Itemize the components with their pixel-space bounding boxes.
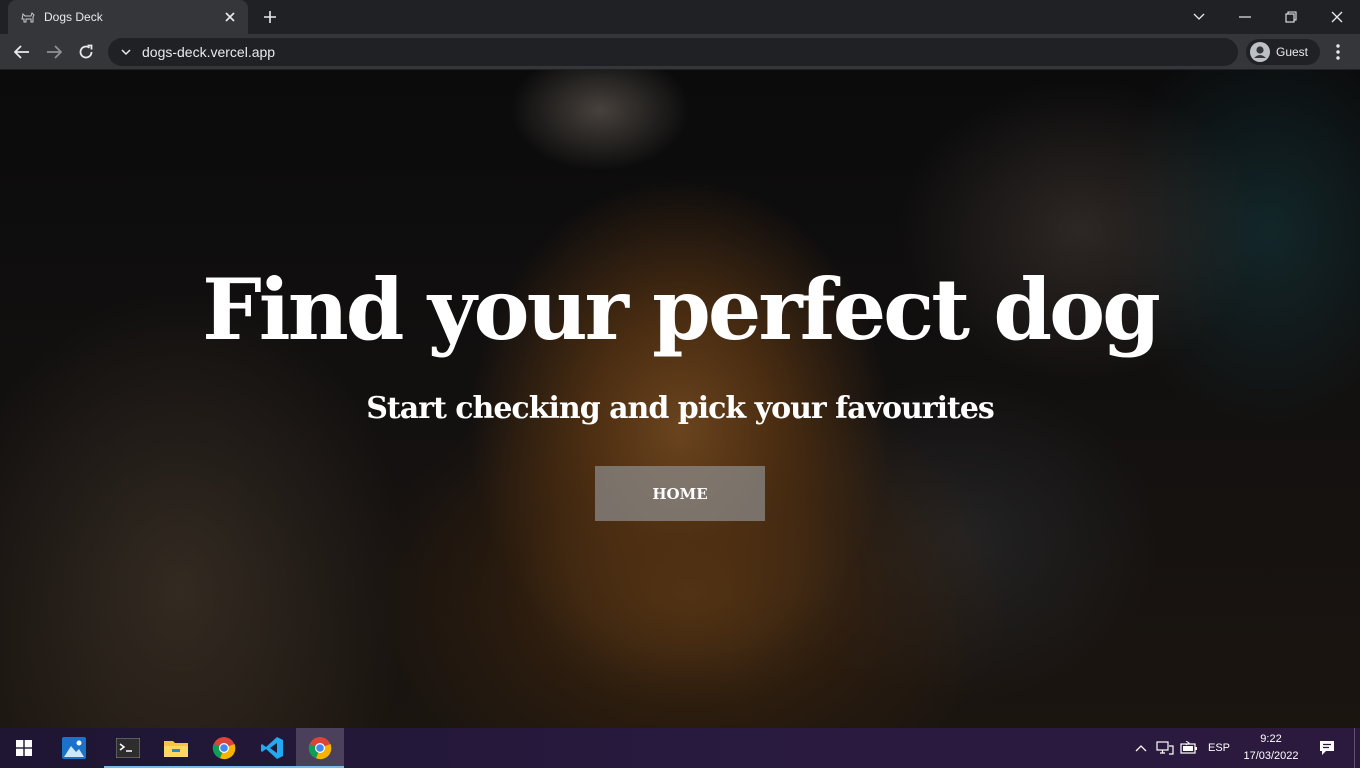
chrome-active-icon[interactable]	[296, 728, 344, 768]
profile-label: Guest	[1276, 45, 1309, 59]
dog-favicon-icon	[20, 9, 36, 25]
tab-search-chevron-icon[interactable]	[1176, 0, 1222, 34]
guest-avatar-icon	[1250, 42, 1270, 62]
restore-window-icon[interactable]	[1268, 0, 1314, 34]
vscode-icon[interactable]	[248, 728, 296, 768]
tray-chevron-up-icon[interactable]	[1134, 738, 1148, 758]
network-icon[interactable]	[1156, 738, 1174, 758]
notifications-icon[interactable]	[1318, 738, 1336, 758]
photos-icon[interactable]	[50, 728, 98, 768]
close-window-icon[interactable]	[1314, 0, 1360, 34]
battery-icon[interactable]	[1180, 738, 1198, 758]
hero-title: Find your perfect dog	[202, 260, 1161, 359]
reload-icon[interactable]	[72, 38, 100, 66]
browser-tab[interactable]: Dogs Deck	[8, 0, 248, 34]
system-clock[interactable]: 9:22 17/03/2022	[1238, 731, 1304, 765]
terminal-icon[interactable]	[104, 728, 152, 768]
windows-taskbar: ESP 9:22 17/03/2022	[0, 728, 1360, 768]
clock-date: 17/03/2022	[1243, 750, 1299, 762]
address-bar[interactable]: dogs-deck.vercel.app	[108, 38, 1238, 66]
browser-menu-icon[interactable]	[1326, 38, 1350, 66]
forward-arrow-icon[interactable]	[40, 38, 68, 66]
language-indicator[interactable]: ESP	[1208, 728, 1230, 768]
windows-start-icon[interactable]	[0, 728, 48, 768]
new-tab-button[interactable]	[258, 6, 282, 28]
close-tab-icon[interactable]	[222, 9, 238, 25]
file-explorer-icon[interactable]	[152, 728, 200, 768]
chrome-icon[interactable]	[200, 728, 248, 768]
browser-toolbar: dogs-deck.vercel.app Guest	[0, 34, 1360, 70]
back-arrow-icon[interactable]	[8, 38, 36, 66]
url-text: dogs-deck.vercel.app	[142, 44, 276, 60]
home-button[interactable]: HOME	[595, 466, 765, 521]
hero-section: Find your perfect dog Start checking and…	[0, 70, 1360, 728]
hero-background-dog-photo: Find your perfect dog Start checking and…	[0, 70, 1360, 728]
hero-subtitle: Start checking and pick your favourites	[366, 391, 995, 426]
tab-title: Dogs Deck	[44, 10, 103, 24]
show-desktop-button[interactable]	[1354, 728, 1360, 768]
site-info-chevron-icon[interactable]	[116, 42, 136, 62]
profile-button[interactable]: Guest	[1246, 39, 1320, 65]
clock-time: 9:22	[1260, 733, 1282, 745]
browser-tab-strip: Dogs Deck	[0, 0, 1360, 34]
minimize-window-icon[interactable]	[1222, 0, 1268, 34]
